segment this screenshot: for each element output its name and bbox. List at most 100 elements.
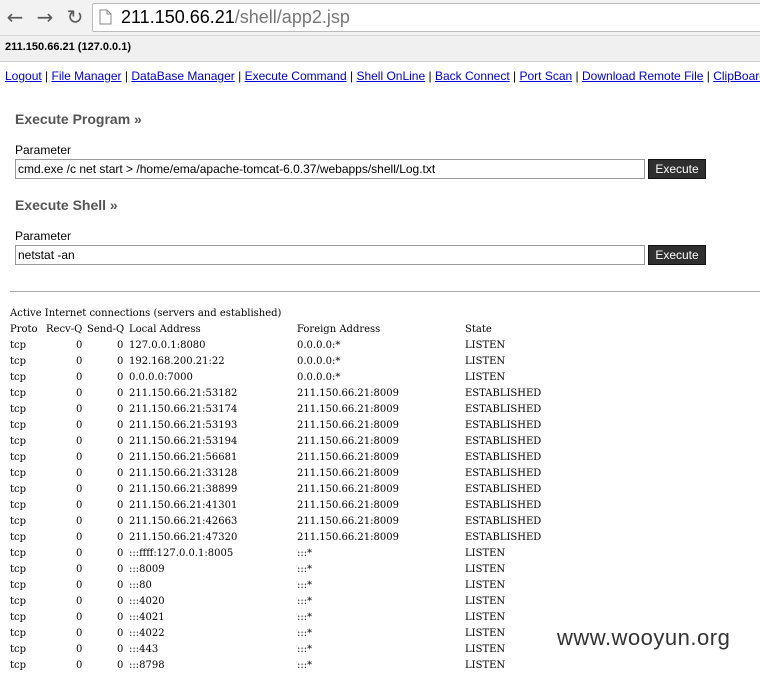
table-cell: 0 xyxy=(117,436,124,447)
table-cell: ESTABLISHED xyxy=(465,468,542,479)
table-cell: tcp xyxy=(10,420,27,431)
menu-link-clipboard[interactable]: ClipBoard xyxy=(713,69,760,83)
menu-separator: | xyxy=(45,69,49,83)
table-cell: ESTABLISHED xyxy=(465,420,542,431)
table-cell: 211.150.66.21:53182 xyxy=(129,388,238,399)
table-cell: 0 xyxy=(76,436,83,447)
table-cell: :::4020 xyxy=(129,596,165,607)
menu-link-shell-online[interactable]: Shell OnLine xyxy=(356,69,425,83)
table-cell: LISTEN xyxy=(465,356,506,367)
table-cell: 211.150.66.21:8009 xyxy=(297,500,399,511)
table-cell: 0 xyxy=(117,660,124,671)
table-cell: 0 xyxy=(117,564,124,575)
forward-arrow-icon[interactable]: → xyxy=(34,6,56,28)
table-cell: :::* xyxy=(297,548,313,559)
table-cell: 0 xyxy=(117,388,124,399)
table-cell: tcp xyxy=(10,484,27,495)
table-row: tcp 0 0:::4020:::* LISTEN xyxy=(10,594,760,610)
table-row: tcp 0 0 211.150.66.21:41301 211.150.66.21:80… xyxy=(10,498,760,514)
menu-link-port-scan[interactable]: Port Scan xyxy=(520,69,573,83)
table-cell: :::* xyxy=(297,580,313,591)
table-cell: 0 xyxy=(117,468,124,479)
table-cell: 211.150.66.21:41301 xyxy=(129,500,238,511)
menu-separator: | xyxy=(706,69,710,83)
table-cell: LISTEN xyxy=(465,548,506,559)
execute-program-button[interactable]: Execute xyxy=(648,159,706,179)
execute-shell-button[interactable]: Execute xyxy=(648,245,706,265)
output-header-line: Active Internet connections (servers and… xyxy=(10,308,282,319)
table-cell: 0 xyxy=(117,516,124,527)
column-header: Local Address xyxy=(129,324,201,335)
table-row: tcp 0 0 0.0.0.0:7000 0.0.0.0:* LISTEN xyxy=(10,370,760,386)
menu-link-back-connect[interactable]: Back Connect xyxy=(435,69,510,83)
menu-link-logout[interactable]: Logout xyxy=(5,69,42,83)
table-cell: :::* xyxy=(297,660,313,671)
menu-separator: | xyxy=(238,69,242,83)
table-cell: :::* xyxy=(297,564,313,575)
table-cell: tcp xyxy=(10,388,27,399)
table-row: tcp 0 0 211.150.66.21:42663 211.150.66.21:80… xyxy=(10,514,760,530)
table-cell: :::* xyxy=(297,644,313,655)
menu-link-execute-command[interactable]: Execute Command xyxy=(245,69,347,83)
table-cell: :::* xyxy=(297,612,313,623)
table-cell: 211.150.66.21:8009 xyxy=(297,404,399,415)
table-row: tcp 0 0:::8009:::* LISTEN xyxy=(10,562,760,578)
table-cell: 0.0.0.0:* xyxy=(297,356,341,367)
table-cell: 0 xyxy=(76,468,83,479)
table-cell: tcp xyxy=(10,356,27,367)
menu-separator: | xyxy=(124,69,129,83)
table-row: tcp 0 0:::8798:::* LISTEN xyxy=(10,658,760,674)
column-header: Send-Q xyxy=(87,324,125,335)
divider xyxy=(10,291,760,292)
execute-shell-param-label: Parameter xyxy=(15,229,72,243)
table-cell: tcp xyxy=(10,436,27,447)
table-cell: :::8009 xyxy=(129,564,165,575)
table-cell: :::443 xyxy=(129,644,159,655)
command-output: Active Internet connections (servers and… xyxy=(10,306,760,674)
table-row: tcp 0 0 211.150.66.21:53194 211.150.66.21:80… xyxy=(10,434,760,450)
execute-shell-param-input[interactable] xyxy=(15,245,645,265)
table-row: tcp 0 0 211.150.66.21:38899 211.150.66.21:80… xyxy=(10,482,760,498)
url-host: 211.150.66.21 xyxy=(121,7,235,27)
menu-link-download-remote-file[interactable]: Download Remote File xyxy=(582,69,703,83)
table-cell: 0 xyxy=(76,388,83,399)
browser-toolbar: ← → ↻ 211.150.66.21/shell/app2.jsp xyxy=(0,0,760,36)
menu-link-file-manager[interactable]: File Manager xyxy=(52,69,122,83)
table-cell: tcp xyxy=(10,564,27,575)
back-arrow-icon[interactable]: ← xyxy=(4,6,26,28)
table-row: tcp 0 0 192.168.200.21:22 0.0.0.0:* LISTEN xyxy=(10,354,760,370)
table-cell: 211.150.66.21:8009 xyxy=(297,388,399,399)
table-cell: LISTEN xyxy=(465,628,506,639)
table-cell: tcp xyxy=(10,532,27,543)
table-cell: 0 xyxy=(117,628,124,639)
menu-separator: | xyxy=(428,69,432,83)
table-cell: 0 xyxy=(76,580,83,591)
table-cell: 0 xyxy=(76,628,83,639)
table-row: tcp 0 0 211.150.66.21:53182 211.150.66.21:80… xyxy=(10,386,760,402)
reload-icon[interactable]: ↻ xyxy=(64,6,86,28)
address-bar[interactable]: 211.150.66.21/shell/app2.jsp xyxy=(92,3,760,32)
table-cell: tcp xyxy=(10,580,27,591)
table-cell: 0 xyxy=(117,532,124,543)
table-cell: ESTABLISHED xyxy=(465,388,542,399)
menu-link-database-manager[interactable]: DataBase Manager xyxy=(131,69,234,83)
output-column-headers: Proto Recv-Q Send-Q Local Address Foreig… xyxy=(10,322,760,338)
table-row: tcp 0 0 211.150.66.21:47320 211.150.66.21:80… xyxy=(10,530,760,546)
table-cell: 0 xyxy=(76,340,83,351)
table-cell: 0 xyxy=(117,340,124,351)
table-cell: tcp xyxy=(10,628,27,639)
table-cell: 211.150.66.21:33128 xyxy=(129,468,238,479)
table-cell: 0 xyxy=(117,612,124,623)
table-row: tcp 0 0:::4021:::* LISTEN xyxy=(10,610,760,626)
table-cell: ESTABLISHED xyxy=(465,500,542,511)
execute-program-param-input[interactable] xyxy=(15,159,645,179)
table-cell: :::ffff:127.0.0.1:8005 xyxy=(129,548,234,559)
table-cell: 0 xyxy=(76,372,83,383)
table-cell: 211.150.66.21:8009 xyxy=(297,420,399,431)
table-cell: 0 xyxy=(76,452,83,463)
page-icon xyxy=(99,9,112,25)
table-cell: 211.150.66.21:8009 xyxy=(297,436,399,447)
table-row: tcp 0 0:::ffff:127.0.0.1:8005:::* LISTEN xyxy=(10,546,760,562)
table-cell: :::80 xyxy=(129,580,152,591)
table-cell: 0.0.0.0:* xyxy=(297,372,341,383)
